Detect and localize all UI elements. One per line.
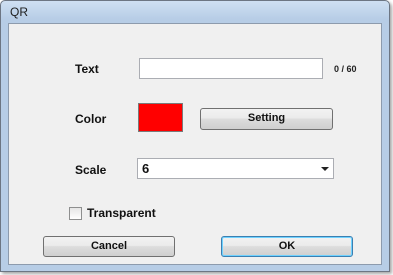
text-input[interactable] [139, 58, 323, 79]
setting-button[interactable]: Setting [200, 108, 333, 130]
dialog-body: Text 0 / 60 Color Setting Scale 6 Transp… [8, 23, 382, 265]
scale-select[interactable]: 6 [137, 158, 334, 179]
chevron-down-icon[interactable] [321, 167, 329, 171]
transparent-label[interactable]: Transparent [87, 206, 156, 220]
text-label: Text [75, 62, 99, 76]
color-label: Color [75, 112, 107, 126]
transparent-checkbox[interactable] [69, 207, 82, 220]
title-bar[interactable]: QR [1, 1, 389, 23]
qr-dialog: QR Text 0 / 60 Color Setting Scale 6 Tra… [0, 0, 390, 272]
color-swatch[interactable] [138, 103, 183, 132]
cancel-button[interactable]: Cancel [43, 236, 175, 257]
ok-button[interactable]: OK [221, 236, 353, 257]
scale-value: 6 [142, 161, 150, 176]
text-counter: 0 / 60 [334, 64, 357, 74]
scale-label: Scale [75, 163, 107, 177]
dialog-title: QR [10, 5, 28, 19]
